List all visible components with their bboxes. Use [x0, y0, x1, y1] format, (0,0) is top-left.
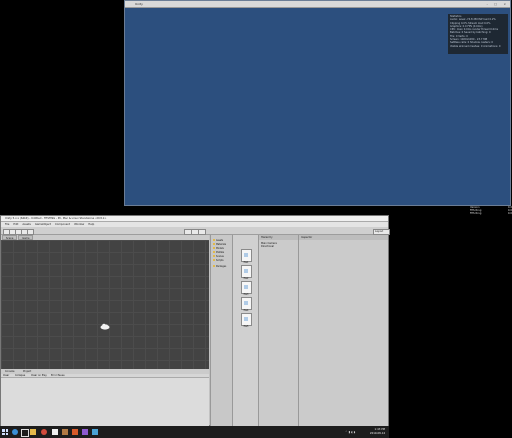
editor-title: Unity 5.x.x (64bit) - Untitled - TESTING… — [5, 217, 107, 220]
side-list-row: FPS Ring 0.0 — [470, 212, 512, 215]
folder-item[interactable]: Scripts — [213, 259, 231, 262]
folder-item[interactable]: Packages — [213, 265, 231, 268]
maximize-button[interactable]: □ — [494, 2, 497, 6]
side-list-label: FPS Ring — [470, 212, 482, 216]
task-view-icon[interactable] — [21, 429, 29, 437]
app-icon[interactable] — [62, 429, 68, 435]
close-button[interactable]: × — [503, 2, 506, 6]
file-label: file1 — [243, 261, 249, 264]
game-titlebar[interactable]: Unity – □ × — [125, 1, 510, 8]
folder-item[interactable]: Scenes — [213, 255, 231, 258]
explorer-icon[interactable] — [30, 429, 36, 435]
tab-inspector[interactable]: Inspector — [299, 235, 388, 240]
folder-item[interactable]: Prefabs — [213, 251, 231, 254]
taskbar: ⌃ ▮ ◖ ◗ 1:43 PM 2019-08-14 — [0, 426, 389, 438]
console-log-area[interactable] — [1, 378, 209, 426]
cortana-icon[interactable] — [12, 429, 18, 435]
file-label: file3 — [243, 293, 249, 296]
folder-item[interactable]: Assets — [213, 239, 231, 242]
tray-date: 2019-08-14 — [369, 432, 385, 435]
stats-line: Visible skinned meshes: 0 Animations: 0 — [450, 44, 501, 48]
cloud-object-icon[interactable] — [100, 323, 110, 330]
vs-icon[interactable] — [82, 429, 88, 435]
side-list-value: 0.0 — [507, 212, 512, 216]
start-icon[interactable] — [2, 429, 8, 435]
minimize-button[interactable]: – — [487, 2, 489, 6]
chrome-icon[interactable] — [41, 429, 47, 435]
project-files-panel: file1 file2 file3 file4 file5 — [232, 235, 258, 426]
app-icon3[interactable] — [92, 429, 98, 435]
stats-overlay: Statistics Audio: Level -74.8 dB DSP loa… — [448, 14, 508, 54]
project-folder-tree: Assets Materials Models Prefabs Scenes S… — [210, 235, 232, 426]
tab-hierarchy[interactable]: Hierarchy — [259, 235, 298, 240]
scene-view[interactable] — [1, 240, 209, 369]
folder-item[interactable]: Models — [213, 247, 231, 250]
game-window[interactable]: Unity – □ × Statistics Audio: Level -74.… — [124, 0, 511, 206]
tray-clock[interactable]: 1:43 PM 2019-08-14 — [370, 428, 385, 436]
hierarchy-row[interactable]: Directional — [261, 245, 274, 248]
unity-icon[interactable] — [52, 429, 58, 435]
app-icon2[interactable] — [72, 429, 78, 435]
game-window-title: Unity — [135, 2, 143, 6]
file-label: file4 — [243, 309, 249, 312]
file-label: file5 — [243, 325, 249, 328]
folder-item[interactable]: Materials — [213, 243, 231, 246]
toolbar: Layout — [1, 227, 390, 235]
unity-editor-window[interactable]: Unity 5.x.x (64bit) - Untitled - TESTING… — [0, 215, 390, 426]
hierarchy-panel: Hierarchy Main Camera Directional — [258, 235, 298, 426]
file-label: file2 — [243, 277, 249, 280]
tray-icons[interactable]: ⌃ ▮ ◖ ◗ — [345, 430, 355, 434]
inspector-panel: Inspector — [298, 235, 388, 426]
side-list: Version 0.0 FPS Ring 0.0 FPS Ring 0.0 — [470, 206, 512, 220]
